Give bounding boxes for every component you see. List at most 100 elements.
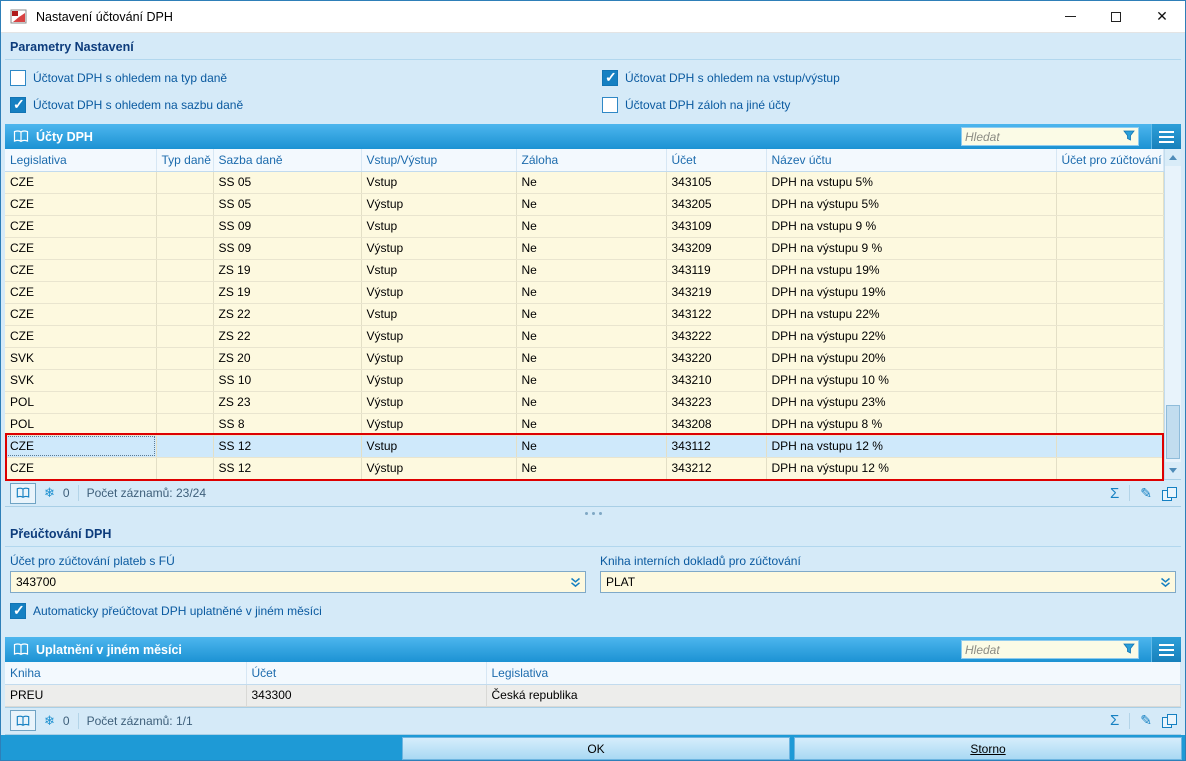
copy-icon[interactable]: [1162, 487, 1176, 500]
cell[interactable]: [156, 325, 213, 347]
cell[interactable]: SS 12: [213, 457, 361, 479]
cell[interactable]: CZE: [5, 435, 156, 457]
minimize-button[interactable]: [1047, 1, 1093, 32]
snowflake-icon[interactable]: ❄: [44, 485, 55, 501]
checkbox[interactable]: [602, 70, 618, 86]
cell[interactable]: [156, 281, 213, 303]
cell[interactable]: ZS 22: [213, 303, 361, 325]
table-row[interactable]: CZESS 05VstupNe343105DPH na vstupu 5%: [5, 171, 1164, 193]
search-input[interactable]: [965, 130, 1123, 144]
cell[interactable]: SS 05: [213, 171, 361, 193]
cell[interactable]: Ne: [516, 457, 666, 479]
table-row[interactable]: SVKZS 20VýstupNe343220DPH na výstupu 20%: [5, 347, 1164, 369]
internal-documents-book-field[interactable]: PLAT: [600, 571, 1176, 593]
view-settings-button[interactable]: [10, 483, 36, 504]
cell[interactable]: Vstup: [361, 303, 516, 325]
table-row[interactable]: SVKSS 10VýstupNe343210DPH na výstupu 10 …: [5, 369, 1164, 391]
cell[interactable]: DPH na výstupu 5%: [766, 193, 1056, 215]
cell[interactable]: PREU: [5, 684, 246, 706]
cell[interactable]: 343209: [666, 237, 766, 259]
checkbox[interactable]: [10, 603, 26, 619]
checkbox[interactable]: [10, 97, 26, 113]
cell[interactable]: Výstup: [361, 457, 516, 479]
cell[interactable]: DPH na výstupu 23%: [766, 391, 1056, 413]
cell[interactable]: Ne: [516, 303, 666, 325]
cell[interactable]: [156, 369, 213, 391]
cell[interactable]: 343105: [666, 171, 766, 193]
column-header[interactable]: Účet: [246, 662, 486, 684]
cell[interactable]: SS 09: [213, 237, 361, 259]
cell[interactable]: POL: [5, 391, 156, 413]
search-input[interactable]: [965, 643, 1123, 657]
column-header[interactable]: Typ daně: [156, 149, 213, 171]
cell[interactable]: Vstup: [361, 259, 516, 281]
filter-icon[interactable]: [1123, 130, 1135, 144]
cell[interactable]: ZS 19: [213, 281, 361, 303]
cell[interactable]: Výstup: [361, 347, 516, 369]
cell[interactable]: Výstup: [361, 281, 516, 303]
dropdown-icon[interactable]: [1158, 577, 1173, 588]
sum-icon[interactable]: Σ: [1110, 485, 1119, 502]
cell[interactable]: Ne: [516, 193, 666, 215]
checkbox[interactable]: [602, 97, 618, 113]
cell[interactable]: [1056, 303, 1164, 325]
cell[interactable]: CZE: [5, 215, 156, 237]
maximize-button[interactable]: [1093, 1, 1139, 32]
column-header[interactable]: Záloha: [516, 149, 666, 171]
cell[interactable]: DPH na vstupu 19%: [766, 259, 1056, 281]
cell[interactable]: Ne: [516, 171, 666, 193]
cell[interactable]: DPH na vstupu 12 %: [766, 435, 1056, 457]
table-row[interactable]: CZEZS 22VstupNe343122DPH na vstupu 22%: [5, 303, 1164, 325]
cell[interactable]: Výstup: [361, 369, 516, 391]
column-header[interactable]: Vstup/Výstup: [361, 149, 516, 171]
column-header[interactable]: Kniha: [5, 662, 246, 684]
cell[interactable]: 343220: [666, 347, 766, 369]
cell[interactable]: CZE: [5, 303, 156, 325]
ok-button[interactable]: OK: [402, 737, 790, 760]
cell[interactable]: [1056, 193, 1164, 215]
cell[interactable]: CZE: [5, 325, 156, 347]
cell[interactable]: Ne: [516, 281, 666, 303]
cell[interactable]: [156, 193, 213, 215]
checkbox-item-zalohy[interactable]: Účtovat DPH záloh na jiné účty: [602, 97, 1176, 113]
table-row[interactable]: POLSS 8VýstupNe343208DPH na výstupu 8 %: [5, 413, 1164, 435]
cell[interactable]: [1056, 325, 1164, 347]
cell[interactable]: CZE: [5, 281, 156, 303]
cell[interactable]: SVK: [5, 347, 156, 369]
copy-icon[interactable]: [1162, 714, 1176, 727]
table-row[interactable]: CZESS 12VýstupNe343212DPH na výstupu 12 …: [5, 457, 1164, 479]
table-row[interactable]: CZEZS 19VýstupNe343219DPH na výstupu 19%: [5, 281, 1164, 303]
checkbox-item-vstup-vystup[interactable]: Účtovat DPH s ohledem na vstup/výstup: [602, 70, 1176, 86]
cell[interactable]: Vstup: [361, 435, 516, 457]
table-row[interactable]: CZESS 05VýstupNe343205DPH na výstupu 5%: [5, 193, 1164, 215]
dropdown-icon[interactable]: [568, 577, 583, 588]
scroll-up-icon[interactable]: [1165, 149, 1181, 166]
column-header[interactable]: Název účtu: [766, 149, 1056, 171]
column-header[interactable]: Legislativa: [5, 149, 156, 171]
cell[interactable]: [156, 303, 213, 325]
cell[interactable]: Výstup: [361, 391, 516, 413]
cell[interactable]: ZS 20: [213, 347, 361, 369]
cell[interactable]: [156, 215, 213, 237]
cell[interactable]: POL: [5, 413, 156, 435]
cell[interactable]: 343210: [666, 369, 766, 391]
cell[interactable]: [156, 259, 213, 281]
cell[interactable]: Ne: [516, 237, 666, 259]
cell[interactable]: Ne: [516, 413, 666, 435]
cell[interactable]: SVK: [5, 369, 156, 391]
cell[interactable]: [1056, 457, 1164, 479]
cell[interactable]: 343222: [666, 325, 766, 347]
cell[interactable]: [1056, 171, 1164, 193]
cell[interactable]: ZS 22: [213, 325, 361, 347]
cell[interactable]: DPH na vstupu 5%: [766, 171, 1056, 193]
column-header[interactable]: Legislativa: [486, 662, 1181, 684]
cell[interactable]: Vstup: [361, 215, 516, 237]
table-row[interactable]: CZEZS 22VýstupNe343222DPH na výstupu 22%: [5, 325, 1164, 347]
cell[interactable]: SS 05: [213, 193, 361, 215]
scroll-down-icon[interactable]: [1165, 462, 1181, 479]
cell[interactable]: Ne: [516, 259, 666, 281]
cell[interactable]: Výstup: [361, 237, 516, 259]
scrollbar[interactable]: [1164, 149, 1181, 479]
column-header[interactable]: Sazba daně: [213, 149, 361, 171]
cell[interactable]: [156, 457, 213, 479]
